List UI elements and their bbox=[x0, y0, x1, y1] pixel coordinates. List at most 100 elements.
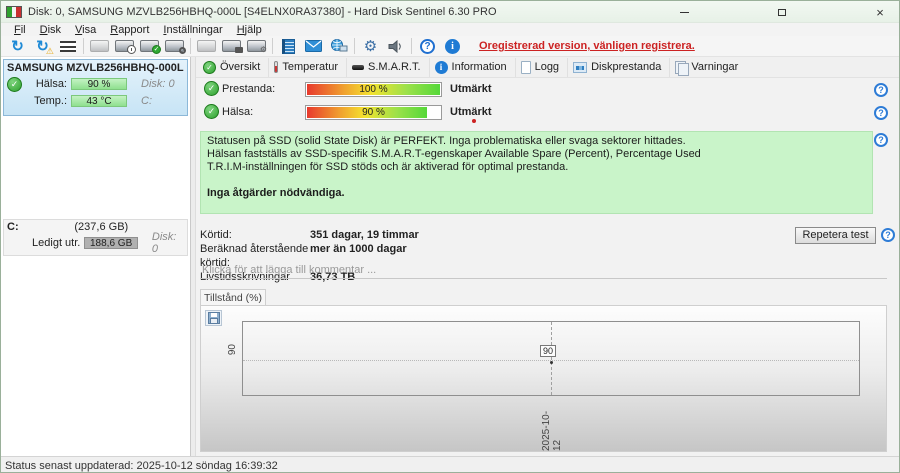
performance-ok-icon: ✓ bbox=[204, 81, 219, 96]
document-icon bbox=[521, 61, 531, 74]
plot-area: 90 bbox=[242, 321, 860, 396]
health-rating: Utmärkt bbox=[450, 106, 492, 118]
disk-temp-row: Temp.: 43 °C C: bbox=[7, 94, 184, 108]
toolbar-separator bbox=[272, 38, 273, 54]
menu-visa[interactable]: Visa bbox=[68, 24, 103, 36]
save-chart-button[interactable] bbox=[205, 310, 222, 326]
tab-smart[interactable]: S.M.A.R.T. bbox=[347, 58, 430, 77]
status-line-3: T.R.I.M-inställningen för SSD stöds och … bbox=[207, 161, 866, 174]
performance-label: Prestanda: bbox=[222, 83, 302, 95]
health-history-chart: 90 90 2025-10-12 bbox=[200, 305, 887, 452]
menu-bar: Fil Disk Visa Rapport Inställningar Hjäl… bbox=[1, 23, 899, 36]
disk-number-label: Disk: 0 bbox=[141, 78, 175, 90]
title-bar: Disk: 0, SAMSUNG MZVLB256HBHQ-000L [S4EL… bbox=[1, 1, 899, 23]
tab-bar: ✓Översikt Temperatur S.M.A.R.T. iInforma… bbox=[196, 57, 899, 78]
disk-sidebar: SAMSUNG MZVLB256HBHQ-000L (238,5 GB) ✓ H… bbox=[1, 57, 191, 456]
status-text-box: Statusen på SSD (solid State Disk) är PE… bbox=[200, 131, 873, 214]
close-icon[interactable]: × bbox=[865, 1, 895, 23]
settings-gear-icon[interactable]: ⚙ bbox=[358, 37, 383, 56]
status-bar: Status senast uppdaterad: 2025-10-12 sön… bbox=[1, 456, 899, 473]
help-health-icon[interactable]: ? bbox=[874, 106, 888, 120]
toolbar: ↻ ↻⚠ ✓ ⚙ ⚙ ? i Oregistrerad version, vän… bbox=[1, 36, 899, 57]
toolbar-separator bbox=[190, 38, 191, 54]
comment-field[interactable]: Klicka för att lägga till kommentar ... bbox=[200, 263, 887, 279]
info-circle-icon: i bbox=[435, 61, 448, 74]
info-icon[interactable]: i bbox=[440, 37, 465, 56]
performance-value: 100 % bbox=[306, 84, 441, 95]
detail-row-runtime: Körtid: 351 dagar, 19 timmar bbox=[200, 228, 419, 242]
disk-icon[interactable] bbox=[87, 37, 112, 56]
volume-letter-label: C: bbox=[141, 95, 152, 107]
disk-search-icon[interactable] bbox=[162, 37, 187, 56]
tab-oversikt[interactable]: ✓Översikt bbox=[198, 58, 269, 77]
report-notebook-icon[interactable] bbox=[276, 37, 301, 56]
free-space-value: 188,6 GB bbox=[90, 238, 132, 249]
performance-bar: 100 % bbox=[305, 82, 442, 97]
help-test-icon[interactable]: ? bbox=[881, 228, 895, 242]
app-logo-icon bbox=[6, 6, 22, 18]
check-circle-icon: ✓ bbox=[203, 61, 216, 74]
health-bar: 90 % bbox=[71, 78, 127, 90]
disk-clock-icon[interactable] bbox=[112, 37, 137, 56]
disk-title: SAMSUNG MZVLB256HBHQ-000L (238,5 GB) bbox=[7, 62, 184, 74]
temp-label: Temp.: bbox=[25, 95, 67, 107]
menu-fil[interactable]: Fil bbox=[7, 24, 33, 36]
status-line-4: Inga åtgärder nödvändiga. bbox=[207, 187, 866, 200]
chart-icon bbox=[573, 62, 587, 73]
refresh-warning-icon[interactable]: ↻⚠ bbox=[30, 37, 55, 56]
disk-health-row: ✓ Hälsa: 90 % Disk: 0 bbox=[7, 77, 184, 91]
maximize-icon[interactable] bbox=[767, 1, 797, 23]
sidebar-disk-item[interactable]: SAMSUNG MZVLB256HBHQ-000L (238,5 GB) ✓ H… bbox=[3, 59, 188, 116]
x-axis-tick: 2025-10-12 bbox=[541, 400, 563, 451]
tab-temperatur[interactable]: Temperatur bbox=[269, 58, 347, 77]
health-ok-icon: ✓ bbox=[204, 104, 219, 119]
health-ok-icon: ✓ bbox=[7, 77, 22, 92]
health-row: ✓ Hälsa: 90 % Utmärkt bbox=[200, 104, 899, 120]
menu-installningar[interactable]: Inställningar bbox=[156, 24, 229, 36]
sound-icon[interactable] bbox=[383, 37, 408, 56]
health-bar-main: 90 % bbox=[305, 105, 442, 120]
sidebar-volume-item[interactable]: C: (237,6 GB) Ledigt utr. 188,6 GB Disk:… bbox=[3, 219, 188, 256]
disk-accept-icon[interactable]: ✓ bbox=[137, 37, 162, 56]
help-performance-icon[interactable]: ? bbox=[874, 83, 888, 97]
volume-disk-number: Disk: 0 bbox=[152, 231, 184, 255]
status-bar-text: Status senast uppdaterad: 2025-10-12 sön… bbox=[5, 460, 278, 472]
window-controls: × bbox=[629, 1, 899, 23]
disk-2-icon[interactable] bbox=[194, 37, 219, 56]
tab-information[interactable]: iInformation bbox=[430, 58, 516, 77]
smart-bar-icon bbox=[352, 65, 364, 70]
repeat-test-button[interactable]: Repetera test bbox=[795, 227, 876, 244]
mail-icon[interactable] bbox=[301, 37, 326, 56]
network-icon[interactable] bbox=[326, 37, 351, 56]
disk-camera-icon[interactable] bbox=[219, 37, 244, 56]
pages-icon bbox=[675, 61, 687, 74]
performance-row: ✓ Prestanda: 100 % Utmärkt bbox=[200, 81, 899, 97]
toolbar-separator bbox=[411, 38, 412, 54]
floppy-icon bbox=[208, 312, 220, 324]
app-window: Disk: 0, SAMSUNG MZVLB256HBHQ-000L [S4EL… bbox=[0, 0, 900, 473]
main-panel: ✓Översikt Temperatur S.M.A.R.T. iInforma… bbox=[196, 57, 899, 456]
disk-tools-icon[interactable]: ⚙ bbox=[244, 37, 269, 56]
menu-rapport[interactable]: Rapport bbox=[103, 24, 156, 36]
chart-tab-label[interactable]: Tillstånd (%) bbox=[200, 289, 266, 306]
free-space-label: Ledigt utr. bbox=[25, 237, 80, 249]
detect-disks-icon[interactable] bbox=[55, 37, 80, 56]
free-space-bar: 188,6 GB bbox=[84, 237, 138, 249]
runtime-value: 351 dagar, 19 timmar bbox=[310, 228, 419, 242]
datapoint-vline bbox=[551, 322, 552, 395]
red-marker-dot bbox=[472, 119, 476, 123]
minimize-icon[interactable] bbox=[669, 1, 699, 23]
tab-varningar[interactable]: Varningar bbox=[670, 58, 746, 77]
health-value-main: 90 % bbox=[306, 107, 441, 118]
body-row: SAMSUNG MZVLB256HBHQ-000L (238,5 GB) ✓ H… bbox=[1, 57, 899, 456]
help-icon[interactable]: ? bbox=[415, 37, 440, 56]
refresh-icon[interactable]: ↻ bbox=[5, 37, 30, 56]
menu-hjalp[interactable]: Hjälp bbox=[230, 24, 269, 36]
menu-disk[interactable]: Disk bbox=[33, 24, 68, 36]
tab-logg[interactable]: Logg bbox=[516, 58, 568, 77]
toolbar-separator bbox=[354, 38, 355, 54]
tab-diskprestanda[interactable]: Diskprestanda bbox=[568, 58, 670, 77]
datapoint-marker bbox=[550, 361, 553, 364]
help-status-icon[interactable]: ? bbox=[874, 133, 888, 147]
register-link[interactable]: Oregistrerad version, vänligen registrer… bbox=[479, 40, 695, 52]
